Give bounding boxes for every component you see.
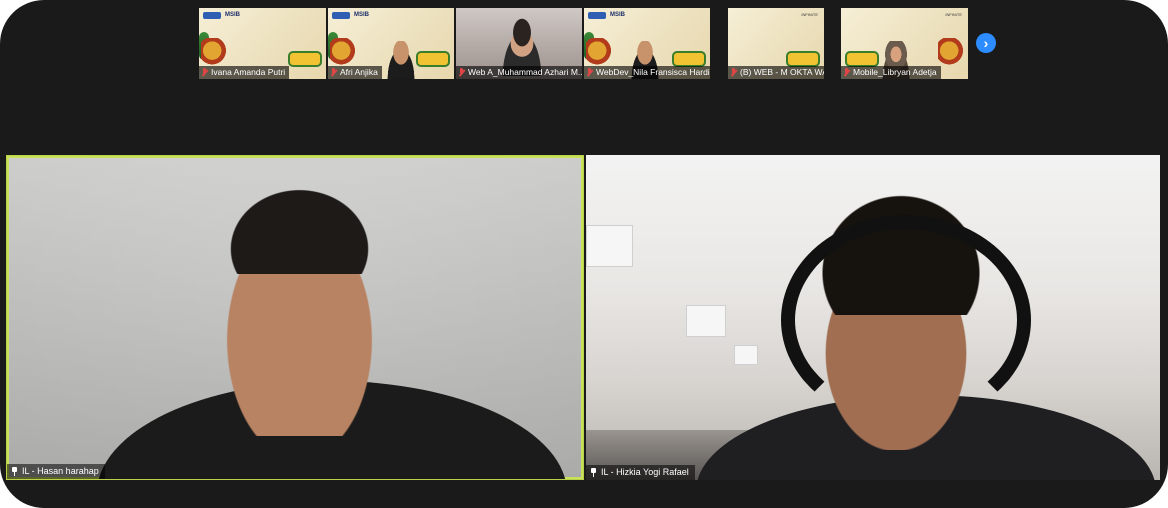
mascot-image [201,38,229,66]
chevron-right-icon: › [983,35,989,51]
participant-name: Mobile_Libryan Adetja [853,67,937,77]
badge-image [786,51,820,67]
speaker-name-plate: IL - Hasan harahap [7,464,105,479]
participant-name-plate: Ivana Amanda Putri [199,66,290,79]
mic-muted-icon [201,68,208,77]
mic-muted-icon [330,68,337,77]
mic-muted-icon [843,68,850,77]
active-speaker-tile[interactable]: IL - Hasan harahap [6,155,584,480]
meeting-window: MSIB Ivana Amanda Putri MSIB Afri Anjika [0,0,1168,508]
speaker-tile[interactable]: IL - Hizkia Yogi Rafael [586,155,1160,480]
participant-name-plate: (B) WEB - M OKTA WANDI [728,66,824,79]
participant-name: (B) WEB - M OKTA WANDI [740,67,824,77]
mascot-image [330,38,358,66]
badge-image [845,51,879,67]
participant-name-plate: Web A_Muhammad Azhari M... [456,66,582,79]
participant-thumbnail[interactable]: Web A_Muhammad Azhari M... [456,8,582,79]
mascot-image [586,38,614,66]
event-logo-text: MSIB [354,12,369,18]
participant-hair [212,174,387,274]
mascot-image [938,38,966,66]
speaker-name-plate: IL - Hizkia Yogi Rafael [586,465,695,480]
participant-name-plate: Mobile_Libryan Adetja [841,66,941,79]
participant-thumbnail[interactable]: INFINITE (B) WEB - M OKTA WANDI [728,8,824,79]
mic-muted-icon [458,68,465,77]
participant-thumbnail[interactable]: INFINITE Mobile_Libryan Adetja [841,8,968,79]
pin-icon [590,468,597,477]
participant-name: Web A_Muhammad Azhari M... [468,67,582,77]
badge-image [288,51,322,67]
mic-muted-icon [730,68,737,77]
event-logo-text: MSIB [610,12,625,18]
event-logo-text: MSIB [225,12,240,18]
participant-video [384,41,418,79]
participant-name-plate: Afri Anjika [328,66,382,79]
participant-thumbnail[interactable]: MSIB WebDev_Nila Fransisca Hardi... [584,8,710,79]
participant-name: Afri Anjika [340,67,378,77]
background-object [734,345,758,365]
event-logo [203,12,221,19]
participant-name: Ivana Amanda Putri [211,67,286,77]
background-object [586,225,633,267]
speaker-name: IL - Hizkia Yogi Rafael [601,467,689,477]
background-object [686,305,726,337]
participant-thumbnail[interactable]: MSIB Ivana Amanda Putri [199,8,326,79]
participant-thumbnail[interactable]: MSIB Afri Anjika [328,8,454,79]
speaker-name: IL - Hasan harahap [22,466,99,476]
mic-muted-icon [586,68,593,77]
badge-image [416,51,450,67]
participant-name: WebDev_Nila Fransisca Hardi... [596,67,710,77]
next-page-button[interactable]: › [976,33,996,53]
participant-name-plate: WebDev_Nila Fransisca Hardi... [584,66,710,79]
headset-image [781,215,1031,425]
badge-image [672,51,706,67]
pin-icon [11,467,18,476]
